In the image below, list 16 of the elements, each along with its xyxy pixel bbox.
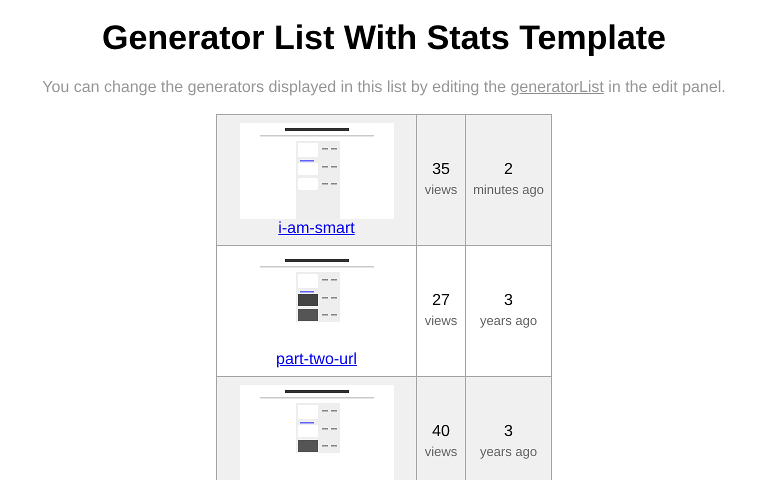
age-label: years ago	[480, 312, 538, 330]
age-label: years ago	[480, 443, 538, 462]
age-label: minutes ago	[473, 181, 544, 200]
views-label: views	[424, 443, 458, 462]
intro-text: You can change the generators displayed in this list by editing the generatorList in the edit panel.	[42, 78, 726, 98]
age-value: 3	[504, 422, 513, 442]
views-label: views	[424, 312, 458, 330]
views-count: 35	[432, 160, 450, 180]
age-value: 2	[504, 160, 513, 180]
views-count: 27	[432, 291, 450, 312]
age-value: 3	[504, 291, 513, 312]
views-label: views	[424, 181, 458, 200]
views-count: 40	[432, 422, 450, 442]
generator-link[interactable]: part-two-url	[276, 350, 357, 370]
generator-link[interactable]: i-am-smart	[278, 219, 355, 239]
page-title: Generator List With Stats Template	[102, 18, 666, 58]
